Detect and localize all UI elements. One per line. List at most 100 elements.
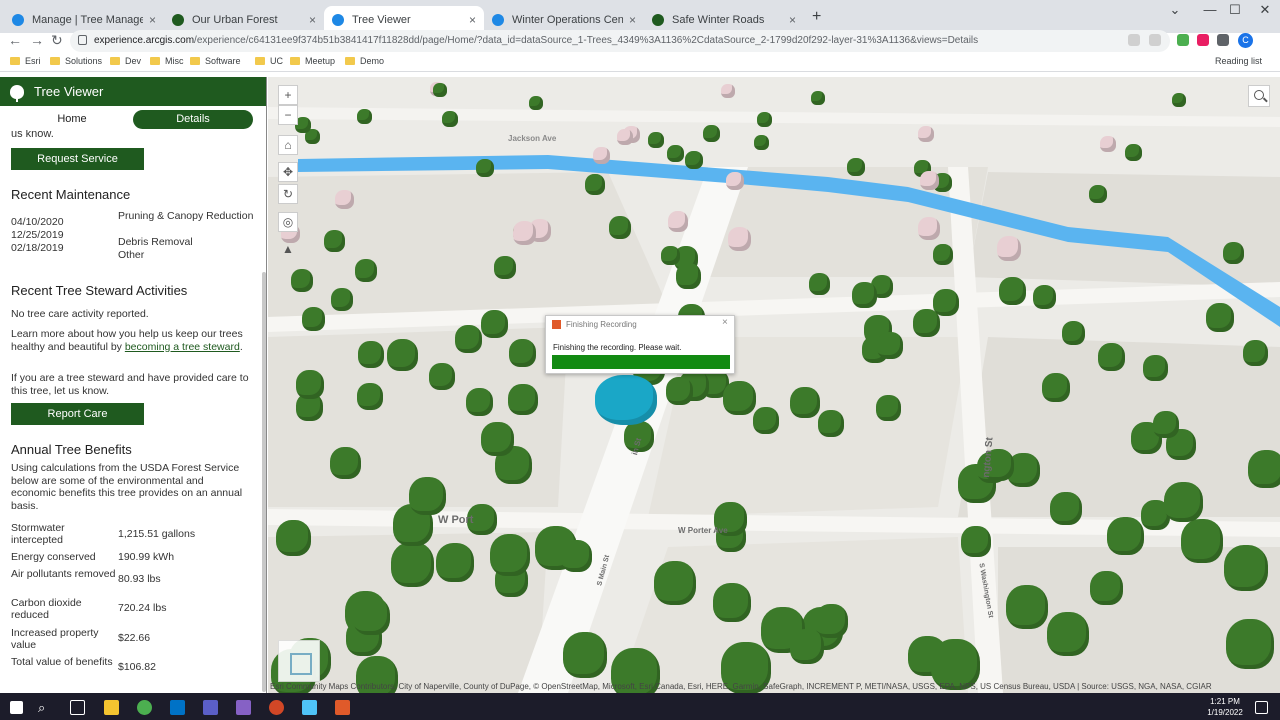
tree[interactable] [961,526,991,557]
tree[interactable] [703,125,720,142]
tree[interactable] [358,341,384,368]
reload-button[interactable]: ↻ [51,32,63,49]
back-button[interactable]: ← [8,32,22,48]
tree[interactable] [1181,519,1223,563]
blossom-tree[interactable] [513,221,536,245]
tree[interactable] [409,477,446,515]
tree[interactable] [455,325,482,353]
blossom-tree[interactable] [997,236,1021,261]
tree[interactable] [330,447,361,479]
tree[interactable] [667,145,684,162]
tree[interactable] [563,632,607,678]
tree[interactable] [429,363,455,390]
arcgis-icon[interactable] [302,700,317,715]
zoom-out-button[interactable]: − [278,105,298,125]
tree[interactable] [790,387,820,418]
visual-studio-icon[interactable] [236,700,251,715]
tree[interactable] [391,542,434,587]
tree[interactable] [1033,285,1056,309]
tree[interactable] [302,307,325,331]
becoming-steward-link[interactable]: becoming a tree steward [125,341,240,353]
extension-icon[interactable] [1177,34,1189,46]
blossom-tree[interactable] [593,147,610,164]
close-tab-icon[interactable]: × [149,13,156,27]
tree[interactable] [355,259,377,282]
tree[interactable] [876,395,901,421]
outlook-icon[interactable] [170,700,185,715]
search-icon[interactable]: ⌕ [38,700,45,716]
teams-icon[interactable] [203,700,218,715]
compass-icon[interactable]: ▲ [278,240,298,260]
recorder-app-icon[interactable] [335,700,350,715]
search-icon[interactable] [1248,85,1270,107]
tree[interactable] [754,135,769,150]
extension-color-icon[interactable] [1197,34,1209,46]
tree[interactable] [1042,373,1070,402]
tree[interactable] [676,263,701,289]
tree[interactable] [1107,517,1144,555]
tree[interactable] [529,96,543,110]
panel-scrollbar[interactable] [262,272,266,692]
tree[interactable] [666,377,693,405]
clock-date[interactable]: 1/19/2022 [1203,708,1247,717]
bookmark-star-icon[interactable] [1149,34,1161,46]
blossom-tree[interactable] [617,129,633,145]
new-tab-button[interactable]: + [812,8,821,26]
powerpoint-icon[interactable] [269,700,284,715]
url-text[interactable]: experience.arcgis.com/experience/c64131e… [94,35,1114,46]
close-tab-icon[interactable]: × [629,13,636,27]
tree[interactable] [1062,321,1085,345]
tree[interactable] [433,83,447,97]
tree[interactable] [723,381,756,415]
browser-tab[interactable]: Manage | Tree Management Cen × [4,6,164,33]
tab-search-icon[interactable]: ⌄ [1155,2,1195,18]
map-view[interactable]: W Port W Porter Ave S Main St S Washingt… [268,77,1280,693]
tree[interactable] [818,410,844,437]
tree[interactable] [476,159,494,177]
blossom-tree[interactable] [721,84,735,98]
bookmark-folder[interactable]: Solutions [50,56,102,66]
tree[interactable] [276,520,311,556]
tree[interactable] [1248,450,1280,488]
bookmark-folder[interactable]: Meetup [290,56,335,66]
bookmark-folder[interactable]: UC [255,56,283,66]
tree[interactable] [1206,303,1234,332]
tree[interactable] [753,407,779,434]
blossom-tree[interactable] [918,217,940,240]
tree[interactable] [387,339,418,371]
tree[interactable] [1243,340,1268,366]
tree[interactable] [999,277,1026,305]
report-care-button[interactable]: Report Care [11,403,144,425]
blossom-tree[interactable] [918,126,934,142]
tree[interactable] [790,629,824,664]
tree[interactable] [654,561,696,605]
blossom-tree[interactable] [668,211,688,232]
bookmark-folder[interactable]: Demo [345,56,384,66]
profile-avatar[interactable]: C [1238,33,1253,48]
tree[interactable] [1226,619,1274,669]
bookmark-folder[interactable]: Software [190,56,241,66]
tree[interactable] [291,269,313,292]
bookmark-folder[interactable]: Misc [150,56,184,66]
close-window-button[interactable]: ✕ [1245,2,1280,18]
windows-start-icon[interactable] [10,701,23,714]
tree[interactable] [1223,242,1244,264]
tree[interactable] [809,273,830,295]
reading-list-button[interactable]: Reading list [1215,56,1262,66]
tree[interactable] [1164,482,1203,522]
tree[interactable] [757,112,772,127]
close-tab-icon[interactable]: × [309,13,316,27]
tree[interactable] [847,158,865,176]
tree[interactable] [815,604,848,638]
tree[interactable] [1098,343,1125,371]
share-icon[interactable] [1128,34,1140,46]
clock-time[interactable]: 1:21 PM [1205,697,1245,706]
tree[interactable] [508,384,538,415]
tree[interactable] [1224,545,1268,591]
blossom-tree[interactable] [1100,136,1116,152]
details-scroll-area[interactable]: us know. Request Service Recent Maintena… [0,130,262,693]
blossom-tree[interactable] [728,227,751,251]
browser-tab[interactable]: Safe Winter Roads × [644,6,804,33]
close-tab-icon[interactable]: × [469,13,476,27]
tree[interactable] [648,132,664,148]
